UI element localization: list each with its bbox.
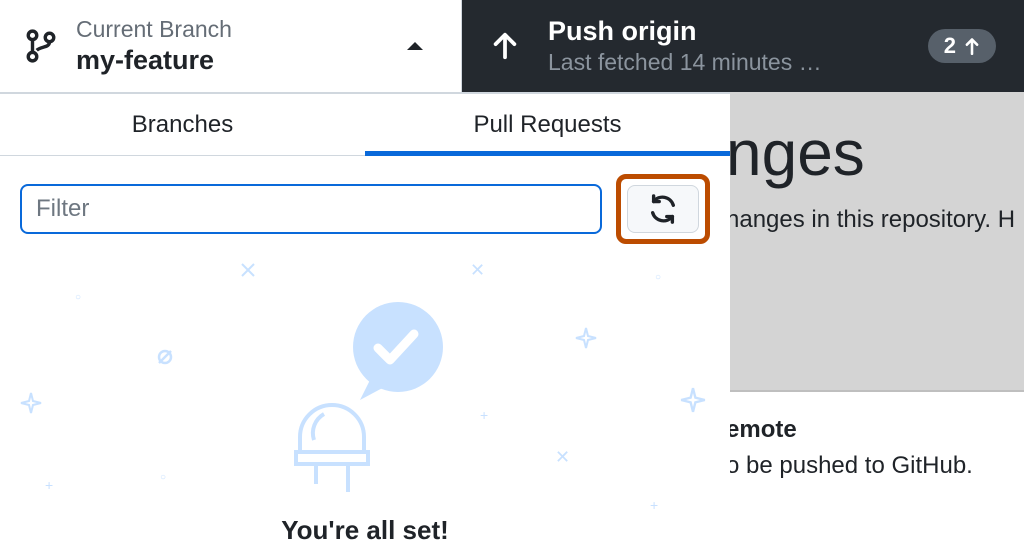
sparkle-icon bbox=[155, 347, 175, 372]
obscured-content: nges nanges in this repository. H emote … bbox=[730, 92, 1024, 520]
sparkle-icon bbox=[575, 327, 597, 354]
push-subtitle: Last fetched 14 minutes … bbox=[548, 48, 928, 77]
branch-label: Current Branch bbox=[76, 16, 405, 44]
bg-subheading-fragment: emote bbox=[730, 416, 1024, 444]
sparkle-icon: ✕ bbox=[470, 260, 485, 281]
refresh-button[interactable] bbox=[627, 185, 699, 233]
sparkle-icon bbox=[20, 392, 42, 419]
arrow-up-icon bbox=[964, 37, 980, 55]
branch-dropdown-panel: Branches Pull Requests bbox=[0, 92, 730, 520]
push-text: Push origin Last fetched 14 minutes … bbox=[548, 15, 928, 76]
filter-input[interactable] bbox=[20, 184, 602, 234]
tab-pull-requests[interactable]: Pull Requests bbox=[365, 94, 730, 155]
bg-heading-fragment: nges bbox=[730, 116, 1024, 190]
empty-state: ✕ ○ ○ ✕ + ○ + + bbox=[0, 252, 730, 552]
push-origin-button[interactable]: Push origin Last fetched 14 minutes … 2 bbox=[462, 0, 1024, 92]
refresh-highlight bbox=[616, 174, 710, 244]
sparkle-icon: + bbox=[45, 477, 53, 493]
filter-row bbox=[0, 156, 730, 252]
sparkle-icon: ○ bbox=[75, 292, 81, 303]
all-set-illustration bbox=[270, 292, 470, 492]
branch-text: Current Branch my-feature bbox=[76, 16, 405, 76]
bg-subpara-fragment: o be pushed to GitHub. bbox=[730, 452, 1024, 480]
caret-up-icon bbox=[405, 40, 425, 52]
push-ahead-badge: 2 bbox=[928, 29, 996, 63]
panel-tabs: Branches Pull Requests bbox=[0, 94, 730, 156]
tab-branches-label: Branches bbox=[132, 111, 233, 139]
tab-pull-requests-label: Pull Requests bbox=[473, 111, 621, 139]
bg-para-fragment: nanges in this repository. H bbox=[730, 206, 1024, 234]
sparkle-icon bbox=[680, 387, 706, 418]
sync-icon bbox=[648, 194, 678, 224]
current-branch-selector[interactable]: Current Branch my-feature bbox=[0, 0, 462, 92]
badge-count: 2 bbox=[944, 33, 956, 59]
sparkle-icon: + bbox=[480, 407, 488, 423]
toolbar: Current Branch my-feature Push origin La… bbox=[0, 0, 1024, 92]
sparkle-icon: ✕ bbox=[555, 447, 570, 468]
push-title: Push origin bbox=[548, 15, 928, 47]
sparkle-icon: ○ bbox=[655, 272, 661, 283]
sparkle-icon: + bbox=[650, 497, 658, 513]
branch-name: my-feature bbox=[76, 44, 405, 76]
tab-branches[interactable]: Branches bbox=[0, 94, 365, 155]
sparkle-icon bbox=[240, 262, 256, 283]
sparkle-icon: ○ bbox=[160, 472, 166, 483]
push-arrow-up-icon bbox=[490, 31, 520, 61]
git-branch-icon bbox=[24, 26, 58, 66]
